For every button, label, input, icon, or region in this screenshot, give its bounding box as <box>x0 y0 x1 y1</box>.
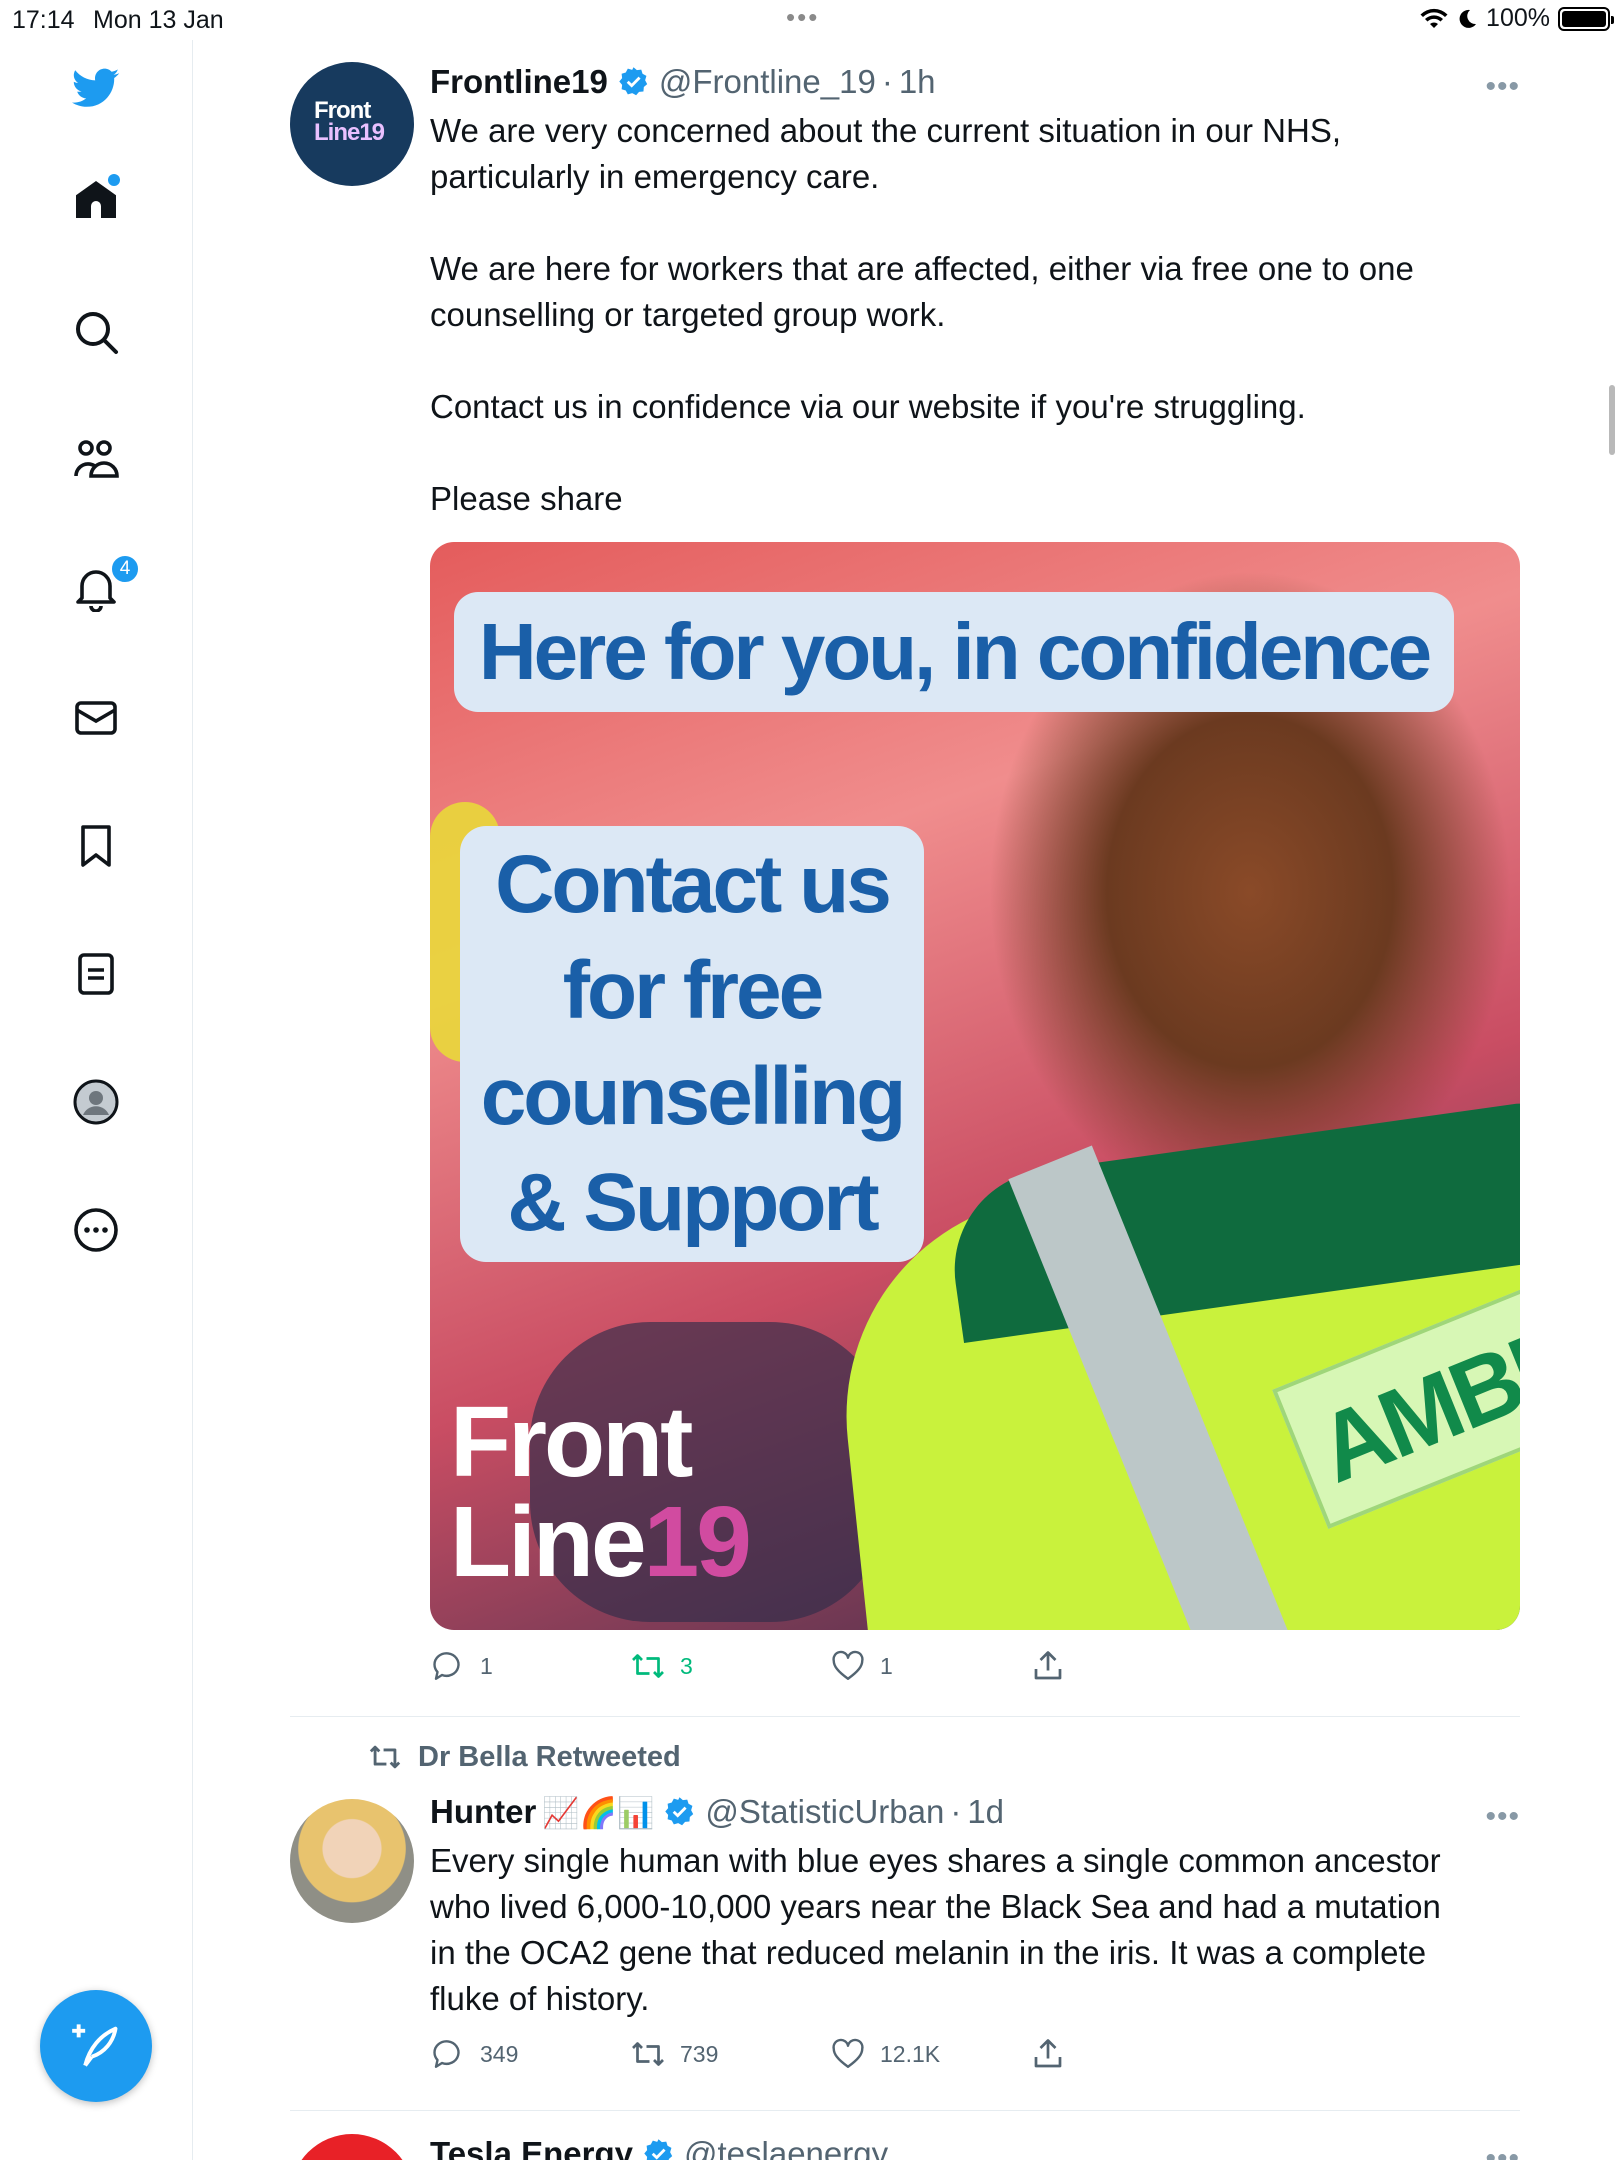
status-time: 17:14 <box>12 6 75 34</box>
share-icon <box>1034 1651 1062 1680</box>
media-headline: Here for you, in confidence <box>454 592 1454 712</box>
sidebar: 4 <box>0 40 193 2160</box>
compose-feather-icon <box>72 2024 118 2067</box>
like-count: 12.1K <box>880 2040 941 2067</box>
tweet-media-image[interactable]: AMBU Here for you, in confidence Contact… <box>430 542 1520 1630</box>
reply-icon <box>433 1652 460 1680</box>
timeline: Front Line19 Frontline19 @Frontline_19 ·… <box>194 40 1594 2160</box>
tweet[interactable]: Dr Bella Retweeted Hunter 📈🌈📊 @Statistic… <box>290 1740 1520 2120</box>
media-main-line: counselling <box>480 1051 907 1142</box>
bell-icon[interactable]: 4 <box>68 554 140 616</box>
search-icon[interactable] <box>68 304 124 360</box>
compose-button[interactable] <box>40 1990 152 2102</box>
tweet-actions: 1 3 1 <box>430 1648 1520 1692</box>
wifi-icon <box>1420 8 1448 28</box>
status-indicators: 100% <box>1420 4 1614 33</box>
author-name-emojis: 📈🌈📊 <box>542 1797 655 1830</box>
tweet-body: Tesla Energy @teslaenergy ••• <box>430 2134 1520 2160</box>
avatar[interactable]: Front Line19 <box>290 62 414 186</box>
multitasking-dots[interactable]: ••• <box>786 2 819 33</box>
tweet-header: Tesla Energy @teslaenergy ••• <box>430 2134 1520 2160</box>
home-icon[interactable] <box>68 172 124 228</box>
media-main-message: Contact us for free counselling & Suppor… <box>460 826 924 1262</box>
retweeted-by-label[interactable]: Dr Bella Retweeted <box>366 1740 681 1774</box>
like-button[interactable]: 1 <box>830 1648 893 1684</box>
retweet-button[interactable]: 3 <box>630 1648 693 1684</box>
tweet-author-name[interactable]: Tesla Energy <box>430 2135 633 2160</box>
tweet-author-name[interactable]: Hunter <box>430 1793 536 1831</box>
reply-icon <box>433 2040 460 2068</box>
avatar[interactable] <box>290 1799 414 1923</box>
tweet-header: Frontline19 @Frontline_19 · 1h ••• <box>430 62 1520 106</box>
tweet-author-name[interactable]: Frontline19 <box>430 63 608 101</box>
verified-icon <box>665 1797 694 1826</box>
tweet-actions: 349 739 12.1K <box>430 2036 1520 2080</box>
media-logo-line: Line <box>450 1486 647 1598</box>
twitter-bird-icon[interactable] <box>68 60 124 116</box>
heart-icon <box>832 1650 864 1680</box>
more-options-icon[interactable]: ••• <box>1485 70 1520 104</box>
heart-icon <box>832 2038 864 2068</box>
retweet-button[interactable]: 739 <box>630 2036 718 2072</box>
media-main-line: Contact us <box>495 839 892 930</box>
retweet-count: 3 <box>680 1652 693 1679</box>
tweet-author-handle[interactable]: @Frontline_19 <box>659 63 876 101</box>
list-icon[interactable] <box>68 946 124 1002</box>
envelope-icon[interactable] <box>68 690 124 746</box>
tweet-text: We are very concerned about the current … <box>430 112 1414 517</box>
share-button[interactable] <box>1030 1648 1066 1684</box>
tweet-divider <box>290 1716 1520 1717</box>
reply-button[interactable]: 349 <box>430 2036 518 2072</box>
bookmark-icon[interactable] <box>68 818 124 874</box>
avatar[interactable] <box>290 2134 414 2160</box>
tweet[interactable]: Tesla Energy @teslaenergy ••• <box>290 2134 1520 2160</box>
tweet[interactable]: Front Line19 Frontline19 @Frontline_19 ·… <box>290 62 1520 1712</box>
battery-icon <box>1558 6 1614 31</box>
more-circle-icon[interactable] <box>68 1202 124 1258</box>
scrollbar[interactable] <box>1609 385 1615 455</box>
battery-percent: 100% <box>1486 4 1550 32</box>
status-bar: 17:14 Mon 13 Jan ••• 100% <box>0 0 1620 40</box>
tweet-timestamp[interactable]: 1d <box>967 1793 1004 1831</box>
verified-icon <box>619 67 648 96</box>
tweet-text: Every single human with blue eyes shares… <box>430 1842 1441 2017</box>
media-logo-19: 19 <box>643 1486 752 1598</box>
people-icon[interactable] <box>68 432 124 488</box>
tweet-divider <box>290 2110 1520 2111</box>
media-main-line: & Support <box>507 1157 879 1248</box>
notifications-badge: 4 <box>110 554 140 584</box>
retweet-icon <box>632 2042 664 2066</box>
share-button[interactable] <box>1030 2036 1066 2072</box>
more-options-icon[interactable]: ••• <box>1485 1800 1520 1834</box>
tweet-body: Hunter 📈🌈📊 @StatisticUrban · 1d ••• Ever… <box>430 1792 1520 2080</box>
share-icon <box>1034 2039 1062 2068</box>
retweet-icon <box>369 1745 401 1769</box>
avatar-text-line19: Line19 <box>314 119 385 146</box>
reply-count: 1 <box>480 1652 493 1679</box>
media-logo-line19: Line19 <box>450 1492 752 1592</box>
media-logo-front: Front <box>450 1386 693 1498</box>
tweet-timestamp[interactable]: 1h <box>899 63 936 101</box>
retweeted-by-text: Dr Bella Retweeted <box>418 1740 681 1773</box>
retweet-count: 739 <box>680 2040 719 2067</box>
tweet-author-handle[interactable]: @StatisticUrban <box>705 1793 944 1831</box>
avatar-icon[interactable] <box>68 1074 124 1130</box>
media-main-line: for free <box>562 945 825 1036</box>
moon-icon <box>1459 9 1477 28</box>
tweet-author-handle[interactable]: @teslaenergy <box>684 2135 888 2160</box>
like-count: 1 <box>880 1652 893 1679</box>
tweet-header: Hunter 📈🌈📊 @StatisticUrban · 1d ••• <box>430 1792 1520 1836</box>
like-button[interactable]: 12.1K <box>830 2036 940 2072</box>
verified-icon <box>644 2139 673 2160</box>
retweet-icon <box>632 1654 664 1678</box>
tweet-body: Frontline19 @Frontline_19 · 1h ••• We ar… <box>430 62 1520 1692</box>
status-date: Mon 13 Jan <box>93 6 224 34</box>
reply-count: 349 <box>480 2040 519 2067</box>
reply-button[interactable]: 1 <box>430 1648 493 1684</box>
separator-dot: · <box>881 63 893 100</box>
separator-dot: · <box>950 1793 962 1830</box>
more-options-icon[interactable]: ••• <box>1485 2142 1520 2160</box>
home-new-dot <box>108 174 120 186</box>
